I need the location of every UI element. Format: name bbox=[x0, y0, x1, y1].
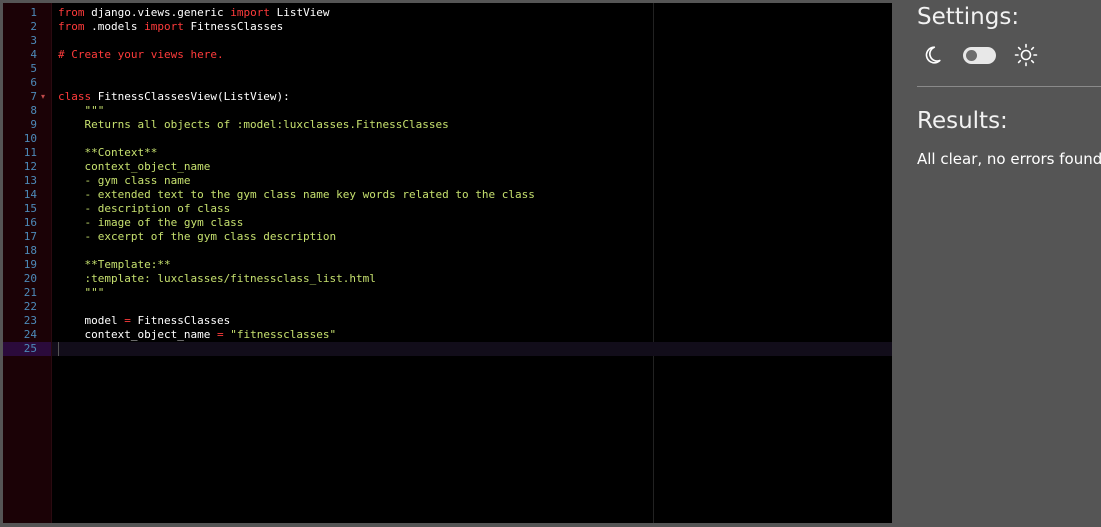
code-token: from bbox=[58, 6, 85, 19]
line-number: 12 bbox=[23, 160, 37, 173]
code-token: :template: luxclasses/fitnessclass_list.… bbox=[58, 272, 376, 285]
code-line: context_object_name bbox=[58, 160, 892, 174]
code-line: Returns all objects of :model:luxclasses… bbox=[58, 118, 892, 132]
code-token: = bbox=[124, 314, 131, 327]
code-line: - gym class name bbox=[58, 174, 892, 188]
line-number: 8 bbox=[30, 104, 37, 117]
line-number: 5 bbox=[30, 62, 37, 75]
code-token: model bbox=[58, 314, 125, 327]
code-line: from django.views.generic import ListVie… bbox=[58, 6, 892, 20]
line-number: 6 bbox=[30, 76, 37, 89]
line-number: 14 bbox=[23, 188, 37, 201]
line-number: 9 bbox=[30, 118, 37, 131]
theme-toggle-switch[interactable] bbox=[963, 47, 996, 64]
code-line: - extended text to the gym class name ke… bbox=[58, 188, 892, 202]
line-number: 4 bbox=[30, 48, 37, 61]
line-number: 10 bbox=[23, 132, 37, 145]
code-line: """ bbox=[58, 104, 892, 118]
code-token: context_object_name bbox=[58, 160, 211, 173]
code-token: "fitnessclasses" bbox=[230, 328, 337, 341]
line-number: 11 bbox=[23, 146, 37, 159]
line-number: 21 bbox=[23, 286, 37, 299]
code-token: context_object_name bbox=[58, 328, 217, 341]
line-number: 22 bbox=[23, 300, 37, 313]
code-line: model = FitnessClasses bbox=[58, 314, 892, 328]
code-line: - excerpt of the gym class description bbox=[58, 230, 892, 244]
code-token: ListView bbox=[269, 6, 330, 19]
line-number: 17 bbox=[23, 230, 37, 243]
line-number: 25 bbox=[3, 342, 51, 356]
code-token: """ bbox=[58, 104, 105, 117]
line-number: 23 bbox=[23, 314, 37, 327]
code-token: **Template:** bbox=[58, 258, 171, 271]
code-token: FitnessClasses bbox=[130, 314, 231, 327]
sun-icon bbox=[1014, 43, 1038, 71]
line-number-gutter: 1 2 3 4 5 6 7 ▾ 8 9 10 11 12 13 14 15 16 17 18 19 20 21 22 23 24… bbox=[3, 3, 52, 523]
line-number: 20 bbox=[23, 272, 37, 285]
panel-divider bbox=[917, 86, 1101, 87]
theme-toggle-group bbox=[921, 43, 1051, 69]
side-panel: Settings: Results: All clear, no errors … bbox=[892, 0, 1101, 527]
results-message: All clear, no errors found bbox=[917, 150, 1101, 168]
code-token: = bbox=[216, 328, 224, 341]
code-line: # Create your views here. bbox=[58, 48, 892, 62]
toggle-knob bbox=[966, 50, 977, 61]
code-token: Returns all objects of :model:luxclasses… bbox=[58, 118, 449, 131]
code-token: from bbox=[58, 20, 85, 33]
line-number: 13 bbox=[23, 174, 37, 187]
code-token: FitnessClassesView(ListView): bbox=[91, 90, 290, 103]
line-number: 2 bbox=[30, 20, 37, 33]
code-line: class FitnessClassesView(ListView): bbox=[58, 90, 892, 104]
code-token: - excerpt of the gym class description bbox=[58, 230, 337, 243]
code-line: - description of class bbox=[58, 202, 892, 216]
line-number: 7 bbox=[30, 90, 37, 103]
settings-title: Settings: bbox=[917, 4, 1020, 30]
code-line: :template: luxclasses/fitnessclass_list.… bbox=[58, 272, 892, 286]
code-line: **Context** bbox=[58, 146, 892, 160]
moon-icon bbox=[921, 44, 943, 70]
code-token: - gym class name bbox=[58, 174, 191, 187]
code-token: import bbox=[230, 6, 270, 19]
code-token: class bbox=[58, 90, 92, 103]
code-token: import bbox=[144, 20, 184, 33]
line-number: 15 bbox=[23, 202, 37, 215]
code-token: - image of the gym class bbox=[58, 216, 244, 229]
code-area[interactable]: from django.views.generic import ListVie… bbox=[52, 3, 892, 523]
results-title: Results: bbox=[917, 108, 1008, 134]
code-token: # Create your views here. bbox=[58, 48, 224, 61]
fold-arrow-icon[interactable]: ▾ bbox=[41, 90, 45, 104]
line-number: 1 bbox=[30, 6, 37, 19]
code-line: """ bbox=[58, 286, 892, 300]
code-editor[interactable]: 1 2 3 4 5 6 7 ▾ 8 9 10 11 12 13 14 15 16 17 18 19 20 21 22 23 24… bbox=[3, 3, 892, 523]
line-number: 19 bbox=[23, 258, 37, 271]
code-token: django.views.generic bbox=[84, 6, 231, 19]
code-line: from .models import FitnessClasses bbox=[58, 20, 892, 34]
line-number: 16 bbox=[23, 216, 37, 229]
code-token: """ bbox=[58, 286, 105, 299]
code-line: - image of the gym class bbox=[58, 216, 892, 230]
code-token: .models bbox=[84, 20, 145, 33]
code-token: **Context** bbox=[58, 146, 158, 159]
code-line: context_object_name = "fitnessclasses" bbox=[58, 328, 892, 342]
line-number: 3 bbox=[30, 34, 37, 47]
line-number: 18 bbox=[23, 244, 37, 257]
line-number: 24 bbox=[23, 328, 37, 341]
code-line: **Template:** bbox=[58, 258, 892, 272]
code-token: - description of class bbox=[58, 202, 231, 215]
code-token: - extended text to the gym class name ke… bbox=[58, 188, 535, 201]
code-token: FitnessClasses bbox=[183, 20, 284, 33]
